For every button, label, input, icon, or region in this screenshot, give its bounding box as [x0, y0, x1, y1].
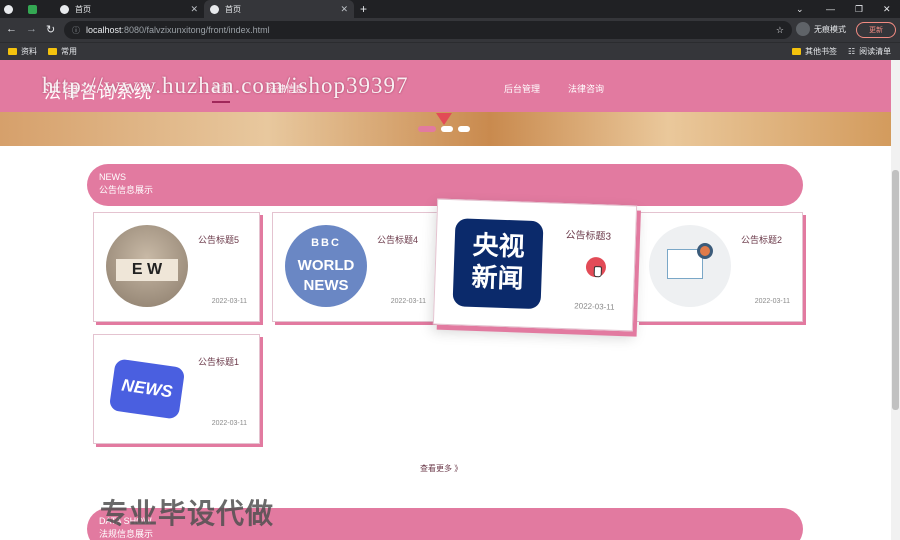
incognito-icon [796, 22, 810, 36]
forward-icon[interactable]: → [26, 23, 37, 35]
magnifier-shape [697, 243, 713, 259]
card-title: 公告标题3 [565, 230, 612, 243]
plus-icon: + [360, 2, 368, 16]
close-icon[interactable]: ✕ [340, 4, 348, 15]
tab-label: 首页 [225, 4, 241, 14]
section-cn-title: 公告信息展示 [99, 185, 154, 195]
update-button[interactable]: 更新 [856, 22, 896, 38]
address-bar-row: ← → ↻ ⓘ localhost :8080/falvzixunxitong/… [0, 18, 900, 42]
carousel-dot[interactable] [418, 126, 436, 132]
star-icon[interactable]: ☆ [776, 25, 784, 36]
carousel-dot[interactable] [441, 126, 453, 132]
folder-icon [8, 48, 17, 55]
tab-search-icon[interactable]: ⌄ [796, 0, 804, 18]
profile-label: 无痕模式 [814, 24, 846, 34]
browser-tab-strip: 首页 ✕ 首页 ✕ + ⌄ — ❐ ✕ [0, 0, 900, 18]
card-date: 2022-03-11 [574, 301, 615, 312]
bookmark-folder-other[interactable]: 其他书签 [792, 46, 837, 57]
scrollbar-thumb[interactable] [892, 170, 899, 410]
reading-list-icon: ☷ [848, 47, 856, 56]
top-nav: 法律咨询系统 首页 法律信息 后台管理 法律咨询 http://www.huzh… [0, 60, 891, 112]
reading-list[interactable]: ☷ 阅读清单 [848, 46, 891, 57]
page-scrollbar[interactable] [891, 60, 900, 540]
card-date: 2022-03-11 [390, 298, 426, 305]
view-more-link[interactable]: 查看更多 》 [420, 463, 462, 474]
thumb-text: BBC [311, 237, 341, 249]
carousel-dot[interactable] [458, 126, 470, 132]
globe-icon [4, 4, 13, 14]
cctv-news-image: 央视新闻 [452, 218, 544, 310]
thumb-text: E W [116, 259, 178, 281]
hero-banner: 法律咨询系统 首页 法律信息 后台管理 法律咨询 http://www.huzh… [0, 60, 891, 146]
page-viewport: 法律咨询系统 首页 法律信息 后台管理 法律咨询 http://www.huzh… [0, 60, 891, 540]
back-icon[interactable]: ← [6, 23, 17, 35]
folder-icon [48, 48, 57, 55]
news-3d-image: NEWS [106, 347, 188, 429]
carousel-dots [418, 126, 470, 132]
news-card-hovered[interactable]: 央视新闻 公告标题3 2022-03-11 [432, 198, 638, 332]
card-title: 公告标题1 [197, 357, 239, 367]
reload-icon[interactable]: ↻ [46, 23, 55, 36]
tab-sheet[interactable] [28, 0, 52, 18]
pointer-cursor-icon [585, 256, 607, 278]
tab-label: 首页 [75, 4, 91, 14]
nav-admin[interactable]: 后台管理 [504, 82, 540, 95]
thumb-text: NEWS [303, 277, 349, 294]
overlay-watermark: 专业毕设代做 [100, 498, 275, 529]
sheet-icon [28, 4, 37, 14]
news-card[interactable]: NEWS 公告标题1 2022-03-11 [93, 334, 260, 444]
tab-home-1[interactable]: 首页 ✕ [54, 0, 204, 18]
news-card[interactable]: BBC WORLD NEWS 公告标题4 2022-03-11 [272, 212, 439, 322]
folder-icon [792, 48, 801, 55]
card-title: 公告标题5 [197, 235, 239, 245]
map-pin-icon [436, 113, 452, 125]
new-tab-button[interactable]: + [360, 0, 376, 18]
tab-pinned[interactable] [4, 0, 26, 18]
ew-blocks-image: E W [106, 225, 188, 307]
card-title: 公告标题4 [376, 235, 418, 245]
url-path: :8080/falvzixunxitong/front/index.html [121, 25, 270, 35]
globe-icon [60, 4, 69, 14]
bookmark-folder[interactable]: 资料 [8, 46, 37, 57]
close-icon[interactable]: ✕ [190, 4, 198, 15]
thumb-text: 央视新闻 [471, 229, 526, 294]
thumb-text: NEWS [108, 358, 186, 420]
newspaper-image [649, 225, 731, 307]
info-icon[interactable]: ⓘ [72, 25, 80, 36]
card-title: 公告标题2 [740, 235, 782, 245]
tab-home-active[interactable]: 首页 ✕ [204, 0, 354, 18]
url-input[interactable]: ⓘ localhost :8080/falvzixunxitong/front/… [64, 21, 792, 39]
incognito-profile[interactable]: 无痕模式 [796, 22, 846, 36]
bookmark-folder[interactable]: 常用 [48, 46, 77, 57]
globe-icon [210, 4, 219, 14]
maximize-icon[interactable]: ❐ [855, 0, 863, 18]
url-host: localhost [86, 25, 122, 35]
card-date: 2022-03-11 [211, 298, 247, 305]
news-card[interactable]: 公告标题2 2022-03-11 [636, 212, 803, 322]
card-date: 2022-03-11 [754, 298, 790, 305]
bookmarks-bar: 资料 常用 其他书签 ☷ 阅读清单 [0, 42, 900, 60]
nav-consult[interactable]: 法律咨询 [568, 82, 604, 95]
thumb-text: WORLD [297, 257, 355, 274]
bbc-world-news-image: BBC WORLD NEWS [285, 225, 367, 307]
news-card[interactable]: E W 公告标题5 2022-03-11 [93, 212, 260, 322]
card-date: 2022-03-11 [211, 420, 247, 427]
minimize-icon[interactable]: — [826, 0, 835, 18]
watermark-url: http://www.huzhan.com/ishop39397 [42, 73, 409, 98]
close-window-icon[interactable]: ✕ [883, 0, 891, 18]
section-en-title: NEWS [99, 172, 126, 182]
